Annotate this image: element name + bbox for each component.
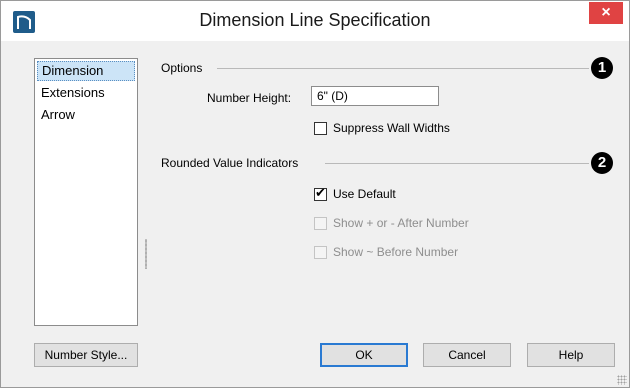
show-plus-minus-checkbox [314,216,327,230]
show-tilde-checkbox [314,245,327,259]
suppress-wall-widths-row[interactable]: Suppress Wall Widths [314,120,450,136]
number-height-label: Number Height: [207,91,292,105]
category-item-dimension[interactable]: Dimension [37,61,135,81]
options-heading: Options [161,61,203,75]
resize-grip[interactable] [617,375,627,385]
show-plus-minus-row: Show + or - After Number [314,215,469,231]
help-button[interactable]: Help [527,343,615,367]
suppress-wall-widths-checkbox[interactable] [314,121,327,135]
rounded-value-divider [325,163,589,164]
title-bar: Dimension Line Specification × [1,1,629,41]
number-height-input[interactable] [311,86,439,106]
checkmark-icon: ✔ [315,184,326,200]
cancel-button[interactable]: Cancel [423,343,511,367]
ok-button[interactable]: OK [320,343,408,367]
options-divider [217,68,589,69]
show-tilde-row: Show ~ Before Number [314,244,458,260]
use-default-label: Use Default [333,187,396,201]
category-list[interactable]: Dimension Extensions Arrow [34,58,138,326]
callout-badge-1: 1 [591,57,613,79]
number-style-button[interactable]: Number Style... [34,343,138,367]
rounded-value-heading: Rounded Value Indicators [161,156,299,170]
callout-badge-2: 2 [591,152,613,174]
show-tilde-label: Show ~ Before Number [333,245,459,259]
dialog-window: Dimension Line Specification × Dimension… [0,0,630,388]
use-default-row[interactable]: ✔ Use Default [314,184,396,202]
close-button[interactable]: × [589,2,623,24]
splitter-grip[interactable] [145,239,147,269]
category-item-extensions[interactable]: Extensions [37,83,135,103]
use-default-checkbox[interactable]: ✔ [314,184,327,201]
window-title: Dimension Line Specification [199,10,431,30]
category-item-arrow[interactable]: Arrow [37,105,135,125]
show-plus-minus-label: Show + or - After Number [333,216,469,230]
suppress-wall-widths-label: Suppress Wall Widths [333,121,450,135]
